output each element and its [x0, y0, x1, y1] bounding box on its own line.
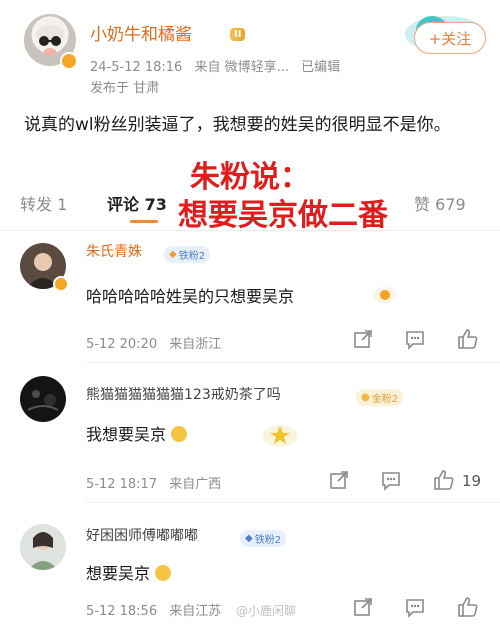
- comment-meta: 5-12 20:20 来自浙江: [86, 337, 222, 352]
- verified-icon: [60, 52, 78, 70]
- reply-icon[interactable]: [404, 328, 426, 354]
- reply-icon[interactable]: [380, 469, 402, 495]
- comment-avatar[interactable]: [20, 376, 66, 422]
- post-location: 发布于 甘肃: [90, 81, 160, 96]
- like-icon[interactable]: [456, 327, 480, 355]
- fan-badge-icon: ◆: [245, 533, 253, 544]
- comment-text: 我想要吴京: [86, 421, 188, 445]
- level-badge: II: [230, 22, 246, 41]
- fan-badge: ◆ 铁粉2: [240, 526, 287, 547]
- crying-face-icon: [155, 565, 172, 581]
- tab-repost[interactable]: 转发 1: [20, 191, 67, 215]
- tab-likes[interactable]: 赞 679: [414, 191, 466, 215]
- tabs-divider: [0, 230, 500, 231]
- fan-badge: ● 金粉2: [356, 385, 404, 406]
- likes-count: 679: [435, 195, 466, 214]
- like-icon[interactable]: [456, 595, 480, 623]
- comment-text: 哈哈哈哈哈姓吴的只想要吴京: [86, 287, 295, 306]
- watermark: @小鹿闲聊: [236, 604, 297, 618]
- tab-comments[interactable]: 评论 73: [107, 191, 167, 215]
- comment-author[interactable]: 朱氏青姝: [86, 241, 142, 261]
- sad-face-icon: [171, 426, 188, 442]
- like-icon[interactable]: [432, 468, 456, 496]
- fan-badge: ◆ 铁粉2: [164, 242, 211, 263]
- comment-text: 想要吴京: [86, 560, 172, 584]
- comment-meta: 5-12 18:56 来自江苏: [86, 604, 222, 619]
- comment-avatar[interactable]: [20, 524, 66, 570]
- post-source: 来自 微博轻享...: [194, 60, 290, 75]
- post-text: 说真的wl粉丝别装逼了，我想要的姓吴的很明显不是你。: [24, 115, 451, 135]
- egg-sticker: [372, 286, 398, 304]
- reply-icon[interactable]: [404, 596, 426, 622]
- comment-divider: [86, 502, 500, 503]
- follow-button[interactable]: +关注: [414, 22, 486, 54]
- overlay-caption-line1: 朱粉说：: [190, 160, 310, 195]
- fan-badge-icon: ●: [361, 392, 370, 403]
- overlay-caption-line2: 想要吴京做二番: [178, 198, 388, 233]
- share-icon[interactable]: [352, 328, 374, 354]
- comment-author[interactable]: 好困困师傅嘟嘟嘟: [86, 525, 198, 545]
- edited-label[interactable]: 已编辑: [301, 60, 340, 75]
- share-icon[interactable]: [352, 596, 374, 622]
- comment-meta: 5-12 18:17 来自广西: [86, 477, 222, 492]
- comment-author[interactable]: 熊猫猫猫猫猫猫123戒奶茶了吗: [86, 384, 281, 404]
- comment-divider: [86, 362, 500, 363]
- verified-icon: [53, 276, 69, 292]
- tab-active-indicator: [130, 220, 158, 223]
- star-sticker: [262, 422, 298, 448]
- share-icon[interactable]: [328, 469, 350, 495]
- like-count: 19: [462, 472, 482, 490]
- post-time: 24-5-12 18:16 来自 微博轻享... 已编辑: [90, 60, 341, 75]
- thumb-up-icon: 赞: [414, 195, 431, 214]
- author-name[interactable]: 小奶牛和橘酱: [90, 20, 192, 45]
- fan-badge-icon: ◆: [169, 249, 177, 260]
